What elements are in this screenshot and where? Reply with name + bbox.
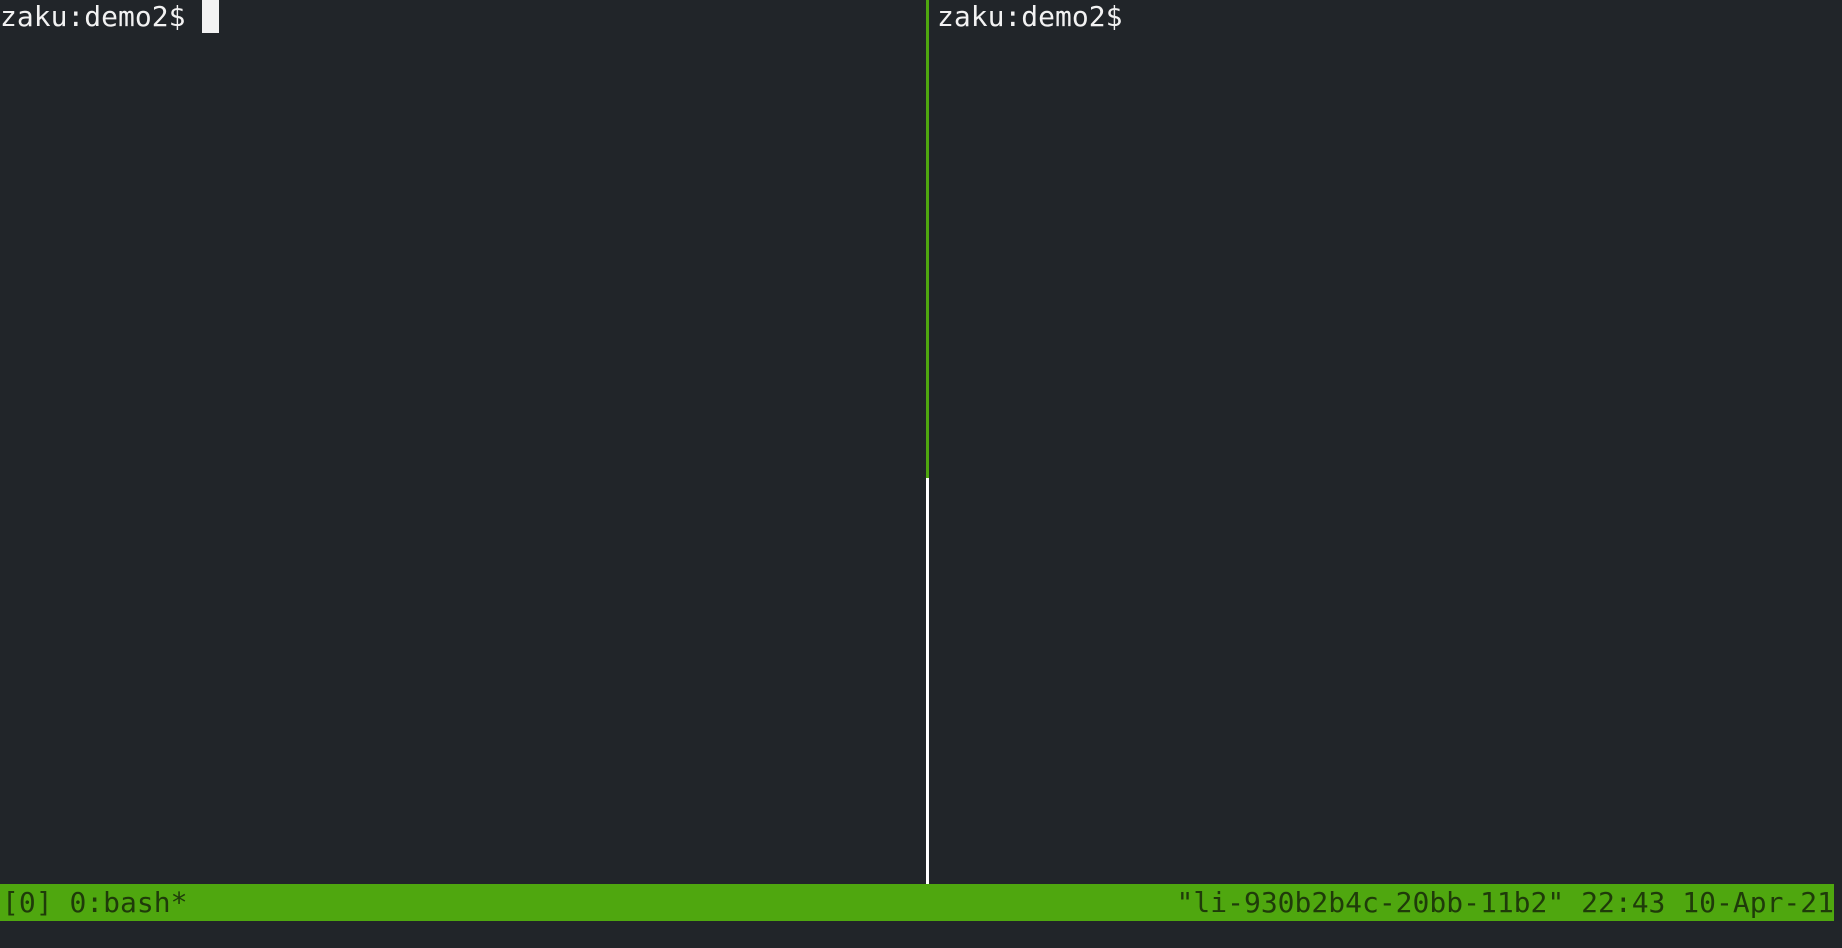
text-cursor [202, 0, 220, 33]
terminal-pane-left[interactable]: zaku:demo2$ [0, 0, 926, 884]
shell-prompt: zaku:demo2$ [0, 0, 186, 33]
clock-date: 10-Apr-21 [1682, 886, 1834, 919]
pane-divider[interactable] [926, 478, 929, 884]
status-right: "li-930b2b4c-20bb-11b2" 22:43 10-Apr-21 [1177, 884, 1834, 921]
terminal-pane-right[interactable]: zaku:demo2$ [930, 0, 1842, 884]
pane-divider-active[interactable] [926, 0, 929, 478]
window-tab-bash[interactable]: 0:bash* [69, 886, 187, 919]
status-left: [0] 0:bash* [2, 884, 187, 921]
tmux-window: zaku:demo2$ zaku:demo2$ [0] 0:bash* "li-… [0, 0, 1842, 948]
hostname: "li-930b2b4c-20bb-11b2" [1176, 886, 1565, 919]
session-name: [0] [2, 886, 53, 919]
shell-prompt: zaku:demo2$ [937, 0, 1123, 33]
tmux-status-bar: [0] 0:bash* "li-930b2b4c-20bb-11b2" 22:4… [0, 884, 1834, 921]
prompt-line: zaku:demo2$ [0, 0, 220, 34]
prompt-line: zaku:demo2$ [937, 0, 1122, 34]
clock-time: 22:43 [1581, 886, 1666, 919]
